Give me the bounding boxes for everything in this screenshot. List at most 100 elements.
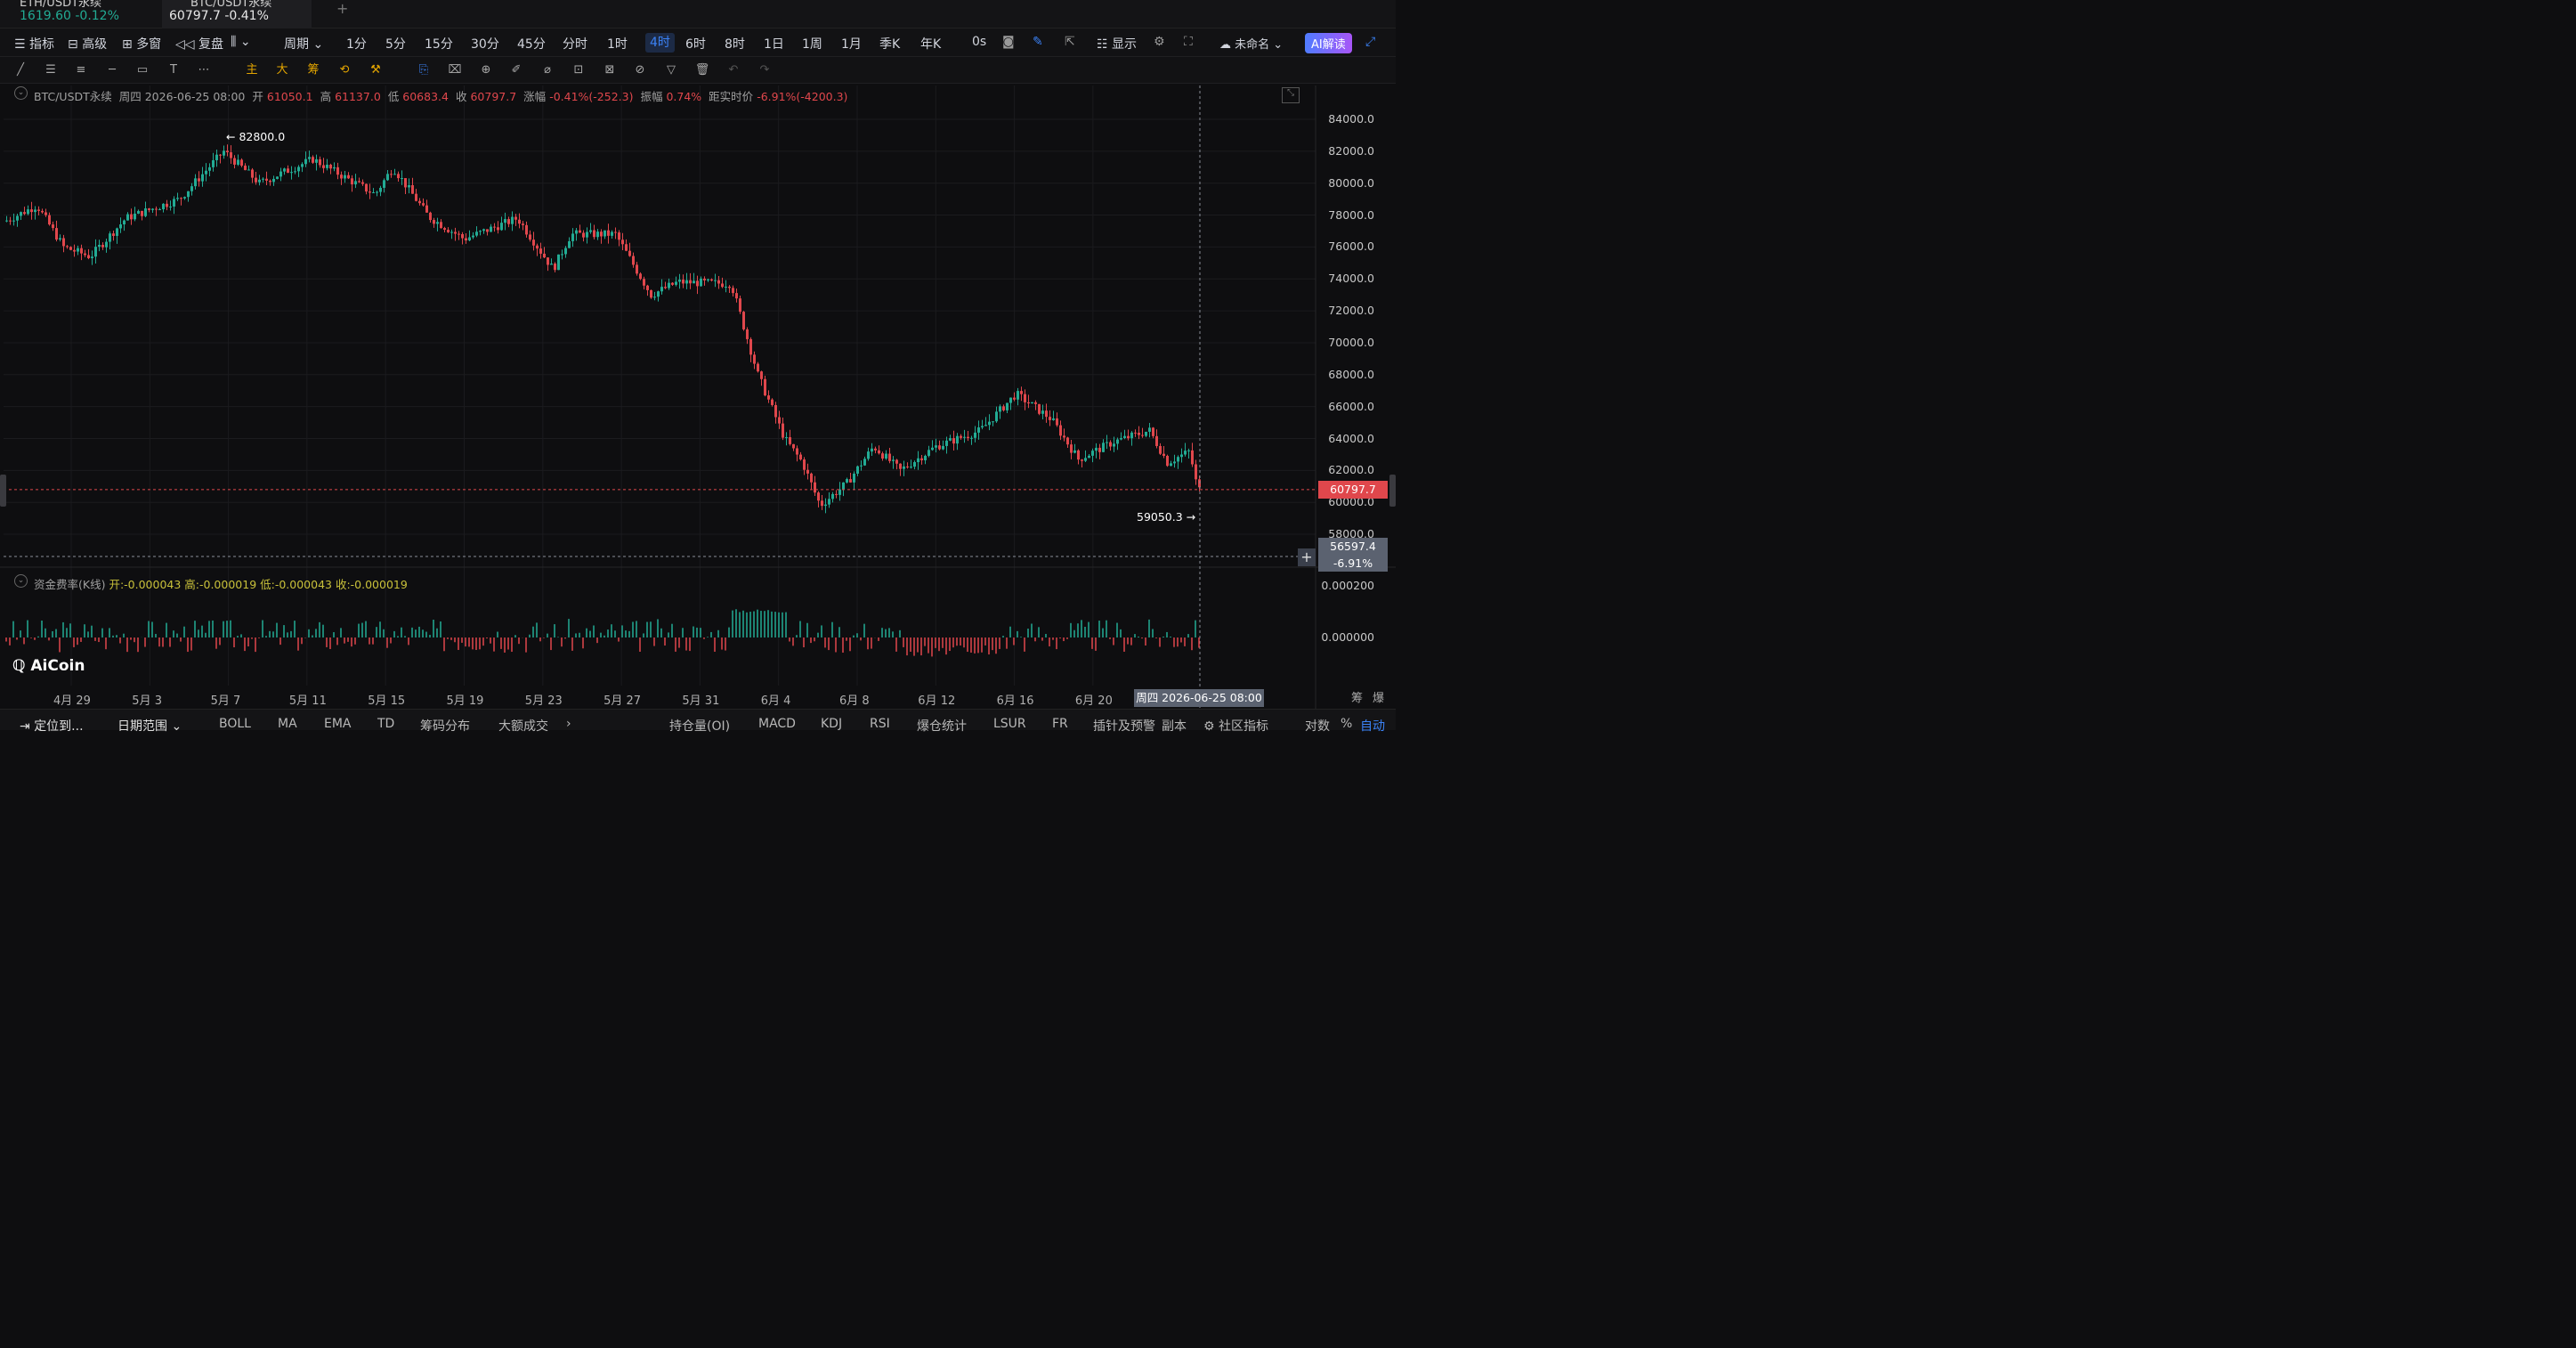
chip-toggle[interactable]: 筹 xyxy=(305,62,321,78)
candlestick-chart[interactable] xyxy=(0,84,1396,730)
period-dropdown[interactable]: 周期 ⌄ xyxy=(284,35,323,53)
horizontal-line-icon[interactable]: ─ xyxy=(104,62,120,78)
bookmark-icon[interactable]: ⎘ xyxy=(416,62,432,78)
period-9[interactable]: 8时 xyxy=(725,35,745,53)
indicator-rsi[interactable]: RSI xyxy=(870,717,890,731)
indicator-macd[interactable]: MACD xyxy=(758,717,796,731)
indicator-lsur[interactable]: LSUR xyxy=(993,717,1026,731)
eraser-icon[interactable]: ✐ xyxy=(508,62,524,78)
period-8[interactable]: 6时 xyxy=(685,35,706,53)
ai-interpret-button[interactable]: AI解读 xyxy=(1305,33,1352,53)
indicator-ma[interactable]: MA xyxy=(278,717,297,731)
candle-body xyxy=(5,220,8,222)
add-order-icon[interactable]: + xyxy=(1298,548,1316,566)
line-tool-icon[interactable]: ╱ xyxy=(12,62,28,78)
add-tab-icon[interactable]: + xyxy=(336,0,348,17)
period-7[interactable]: 4时 xyxy=(645,33,675,53)
text-tool-icon[interactable]: T xyxy=(166,62,182,78)
community-indicators[interactable]: ⚙ 社区指标 xyxy=(1203,717,1268,735)
indicator-ema[interactable]: EMA xyxy=(324,717,352,731)
tab-eth[interactable]: ETH/USDT永续 1619.60 -0.12% xyxy=(0,0,157,28)
rectangle-tool-icon[interactable]: ▭ xyxy=(134,62,150,78)
period-12[interactable]: 1月 xyxy=(841,35,862,53)
restore-icon[interactable]: ⤡ xyxy=(1282,87,1300,103)
display-button[interactable]: ☷ 显示 xyxy=(1097,35,1137,53)
liquidation-button[interactable]: 爆 xyxy=(1373,688,1384,705)
multi-window-button[interactable]: ⊞ 多窗 xyxy=(122,35,161,53)
indicator-oi[interactable]: 持仓量(OI) xyxy=(669,717,730,735)
lock-icon[interactable]: ⊡ xyxy=(571,62,587,78)
parallel-lines-icon[interactable]: ☰ xyxy=(43,62,59,78)
replay-button[interactable]: ◁◁ 复盘 xyxy=(175,35,223,53)
fullscreen-icon[interactable]: ⛶ xyxy=(1184,35,1193,49)
log-scale-toggle[interactable]: 对数 xyxy=(1305,717,1330,735)
indicator-pin-alert[interactable]: 插针及预警 xyxy=(1093,717,1155,735)
indicator-chip-dist[interactable]: 筹码分布 xyxy=(420,717,470,735)
candle-body xyxy=(970,437,973,439)
candle-body xyxy=(1024,394,1026,402)
period-10[interactable]: 1日 xyxy=(764,35,784,53)
candle-body xyxy=(504,219,506,223)
scroll-right-icon[interactable]: › xyxy=(566,717,571,731)
zoom-in-icon[interactable]: ⊕ xyxy=(478,62,494,78)
trash-icon[interactable]: 🗑 xyxy=(694,62,710,78)
fib-tool-icon[interactable]: ≡ xyxy=(73,62,89,78)
candle-body xyxy=(878,450,880,454)
undo-icon[interactable]: ↶ xyxy=(725,62,741,78)
period-2[interactable]: 15分 xyxy=(425,35,453,53)
aicoin-logo: ℚ AiCoin xyxy=(12,657,85,675)
filter-icon[interactable]: ▽ xyxy=(663,62,679,78)
tab-btc[interactable]: BTC/USDT永续 60797.7 -0.41% xyxy=(162,0,312,28)
pencil-icon[interactable]: ✎ xyxy=(1033,35,1043,49)
indicator-liquidation[interactable]: 爆仓统计 xyxy=(917,717,967,735)
period-14[interactable]: 年K xyxy=(920,35,941,53)
indicator-kdj[interactable]: KDJ xyxy=(821,717,842,731)
period-5[interactable]: 分时 xyxy=(563,35,587,53)
indicators-button[interactable]: ☰ 指标 xyxy=(14,35,54,53)
period-0[interactable]: 1分 xyxy=(346,35,367,53)
period-4[interactable]: 45分 xyxy=(517,35,546,53)
more-tools-icon[interactable]: ⋯ xyxy=(196,62,212,78)
auto-scale-toggle[interactable]: 自动 xyxy=(1360,717,1385,735)
candle-body xyxy=(1134,432,1137,434)
indicator-copy[interactable]: 副本 xyxy=(1162,717,1187,735)
funding-collapse-icon[interactable]: ⌄ xyxy=(14,574,28,588)
period-3[interactable]: 30分 xyxy=(471,35,499,53)
brush-icon[interactable]: ⚒ xyxy=(368,62,384,78)
share-icon[interactable]: ⇱ xyxy=(1065,35,1075,49)
indicator-fr[interactable]: FR xyxy=(1052,717,1068,731)
period-1[interactable]: 5分 xyxy=(385,35,406,53)
candle-body xyxy=(881,453,884,459)
magnet-icon[interactable]: ⊘ xyxy=(632,62,648,78)
candle-body xyxy=(308,157,311,159)
period-11[interactable]: 1周 xyxy=(802,35,822,53)
candle-body xyxy=(931,447,934,451)
candle-body xyxy=(703,278,706,280)
sync-icon[interactable]: ⟲ xyxy=(336,62,352,78)
layout-name-dropdown[interactable]: ☁ 未命名 ⌄ xyxy=(1219,35,1283,52)
period-13[interactable]: 季K xyxy=(879,35,900,53)
settings-gear-icon[interactable]: ⚙ xyxy=(1154,35,1165,49)
candle-body xyxy=(1102,443,1105,452)
expand-icon[interactable]: ⤢ xyxy=(1365,35,1375,49)
advanced-button[interactable]: ⊟ 高级 xyxy=(68,35,107,53)
indicator-big-trade[interactable]: 大额成交 xyxy=(498,717,548,735)
chip-button[interactable]: 筹 xyxy=(1351,688,1363,705)
indicator-td[interactable]: TD xyxy=(377,717,394,731)
big-toggle[interactable]: 大 xyxy=(274,62,290,78)
main-toggle[interactable]: 主 xyxy=(244,62,260,78)
percent-scale-toggle[interactable]: % xyxy=(1341,717,1352,731)
indicator-boll[interactable]: BOLL xyxy=(219,717,251,731)
collapse-icon[interactable]: ⌄ xyxy=(14,86,28,100)
price-tick: 78000.0 xyxy=(1328,208,1374,222)
candle-body xyxy=(753,354,756,364)
visibility-icon[interactable]: ⌀ xyxy=(539,62,555,78)
ruler-icon[interactable]: ⌧ xyxy=(447,62,463,78)
camera-icon[interactable]: ◙ xyxy=(1002,35,1015,49)
redo-icon[interactable]: ↷ xyxy=(757,62,773,78)
chart-type-button[interactable]: ⫼ ⌄ xyxy=(231,35,251,49)
locate-button[interactable]: ⇥ 定位到... xyxy=(20,717,84,735)
period-6[interactable]: 1时 xyxy=(607,35,628,53)
template-icon[interactable]: ⊠ xyxy=(602,62,618,78)
date-range-dropdown[interactable]: 日期范围 ⌄ xyxy=(117,717,182,735)
